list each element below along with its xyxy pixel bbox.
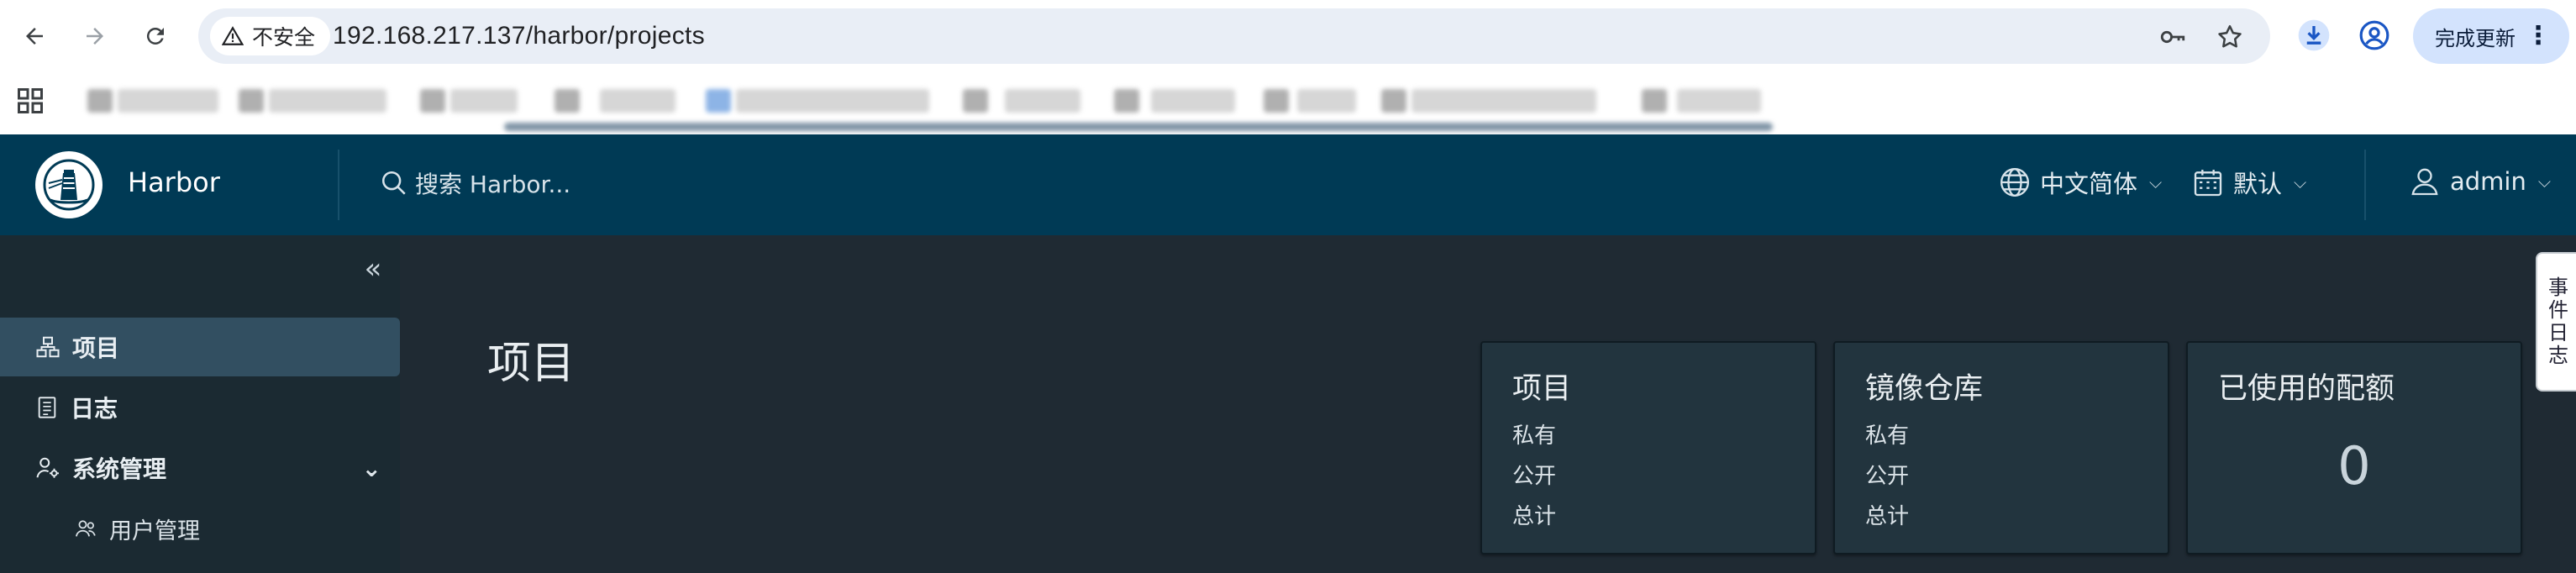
bookmark-item[interactable]	[1381, 89, 1406, 113]
card-stat-public: 公开	[1865, 464, 1910, 489]
app-title[interactable]: Harbor	[128, 166, 220, 198]
chevron-down-icon: ⌵	[2149, 172, 2163, 192]
more-vert-icon: ⋮	[2526, 21, 2551, 50]
log-icon	[38, 397, 56, 418]
sidebar-item-user-management[interactable]: 用户管理	[0, 499, 400, 558]
bookmark-item[interactable]	[1114, 89, 1139, 113]
main-content: 项目 项目 私有 公开 总计 镜像仓库 私有 公开 总计 已使用的配额 0	[400, 235, 2576, 573]
language-label: 中文简体	[2040, 170, 2138, 198]
username: admin	[2450, 167, 2526, 196]
datetime-format-selector[interactable]: 默认 ⌵	[2191, 165, 2306, 200]
update-button[interactable]: 完成更新 ⋮	[2413, 8, 2569, 64]
address-bar[interactable]: 不安全 192.168.217.137/harbor/projects	[198, 8, 2270, 64]
sidebar: « 项目 日志 系统管理 ⌄ 用户管理	[0, 235, 400, 573]
profile-icon[interactable]	[2354, 15, 2395, 55]
chevron-down-icon: ⌵	[2294, 172, 2307, 192]
bookmark-item[interactable]	[1412, 89, 1596, 113]
collapse-sidebar-icon[interactable]: «	[356, 252, 390, 286]
sidebar-item-projects[interactable]: 项目	[0, 318, 400, 376]
card-stat-private: 私有	[1512, 423, 1557, 449]
downloads-icon[interactable]	[2294, 15, 2334, 55]
harbor-header: Harbor 搜索 Harbor... 中文简体 ⌵ 默认 ⌵ admin ⌵	[0, 134, 2576, 235]
global-search[interactable]: 搜索 Harbor...	[380, 166, 570, 200]
browser-toolbar: 不安全 192.168.217.137/harbor/projects 完成更新…	[0, 0, 2576, 134]
warning-icon	[222, 26, 244, 45]
reload-icon	[146, 27, 164, 45]
header-divider	[338, 150, 339, 220]
forward-arrow-icon	[87, 28, 103, 45]
sidebar-item-label: 系统管理	[72, 455, 167, 483]
card-stat-total: 总计	[1512, 504, 1557, 529]
card-title: 镜像仓库	[1865, 372, 1984, 406]
update-label: 完成更新	[2435, 26, 2516, 50]
user-icon	[2411, 168, 2438, 196]
search-icon	[381, 171, 406, 195]
card-stat-private: 私有	[1865, 423, 1910, 449]
bookmark-item[interactable]	[450, 89, 518, 113]
bookmark-item[interactable]	[1677, 89, 1761, 113]
url-text[interactable]: 192.168.217.137/harbor/projects	[333, 22, 705, 50]
bookmark-item[interactable]	[118, 89, 218, 113]
password-key-icon[interactable]	[2158, 22, 2188, 52]
bookmark-item[interactable]	[736, 89, 929, 113]
search-placeholder: 搜索 Harbor...	[415, 171, 571, 198]
sidebar-item-label: 日志	[71, 395, 118, 423]
bookmark-item[interactable]	[963, 89, 988, 113]
bookmark-star-icon[interactable]	[2215, 22, 2245, 52]
apps-grid-icon[interactable]	[15, 86, 45, 116]
admin-user-gear-icon	[36, 457, 59, 478]
back-arrow-icon	[26, 28, 43, 45]
event-log-tab[interactable]: 事件日志	[2536, 252, 2576, 392]
bookmark-item[interactable]	[600, 89, 676, 113]
bookmark-item[interactable]	[420, 89, 445, 113]
datetime-format-label: 默认	[2233, 170, 2283, 198]
chevron-down-icon: ⌵	[2537, 171, 2552, 192]
bookmarks-bar	[0, 77, 2576, 124]
header-divider	[2364, 150, 2366, 220]
bookmark-item[interactable]	[1151, 89, 1235, 113]
users-icon	[76, 520, 96, 537]
card-title: 已使用的配额	[2218, 372, 2395, 406]
sidebar-item-administration[interactable]: 系统管理 ⌄	[0, 439, 400, 497]
projects-summary-card: 项目 私有 公开 总计	[1480, 341, 1816, 555]
bookmark-item[interactable]	[87, 89, 113, 113]
card-stat-public: 公开	[1512, 464, 1557, 489]
bookmark-item[interactable]	[1642, 89, 1667, 113]
quota-value: 0	[2337, 435, 2371, 497]
back-button[interactable]	[13, 15, 55, 57]
projects-icon	[36, 336, 60, 358]
bookmark-item[interactable]	[1264, 89, 1289, 113]
bookmark-item[interactable]	[555, 89, 580, 113]
calendar-icon	[2194, 170, 2222, 197]
user-menu[interactable]: admin ⌵	[2408, 165, 2551, 198]
chevron-down-icon[interactable]: ⌄	[362, 455, 381, 482]
harbor-logo-icon[interactable]	[35, 151, 103, 218]
bookmark-item[interactable]	[1005, 89, 1080, 113]
forward-button[interactable]	[74, 15, 116, 57]
security-label: 不安全	[252, 25, 316, 50]
sidebar-item-label: 用户管理	[109, 518, 200, 544]
card-title: 项目	[1512, 372, 1572, 406]
card-stat-total: 总计	[1865, 504, 1910, 529]
bookmark-item[interactable]	[239, 89, 264, 113]
bookmark-item[interactable]	[706, 89, 731, 113]
quota-usage-card: 已使用的配额 0	[2186, 341, 2522, 555]
page-title: 项目	[487, 339, 576, 389]
sidebar-item-label: 项目	[72, 334, 120, 362]
security-indicator[interactable]: 不安全	[210, 17, 331, 55]
blurred-banner	[504, 123, 1773, 131]
sidebar-item-logs[interactable]: 日志	[0, 378, 400, 437]
globe-icon	[2000, 168, 2029, 197]
language-selector[interactable]: 中文简体 ⌵	[1998, 165, 2162, 200]
bookmark-item[interactable]	[1297, 89, 1356, 113]
bookmark-item[interactable]	[269, 89, 386, 113]
event-log-label: 事件日志	[2544, 276, 2568, 367]
repositories-summary-card: 镜像仓库 私有 公开 总计	[1833, 341, 2169, 555]
reload-button[interactable]	[134, 15, 176, 57]
